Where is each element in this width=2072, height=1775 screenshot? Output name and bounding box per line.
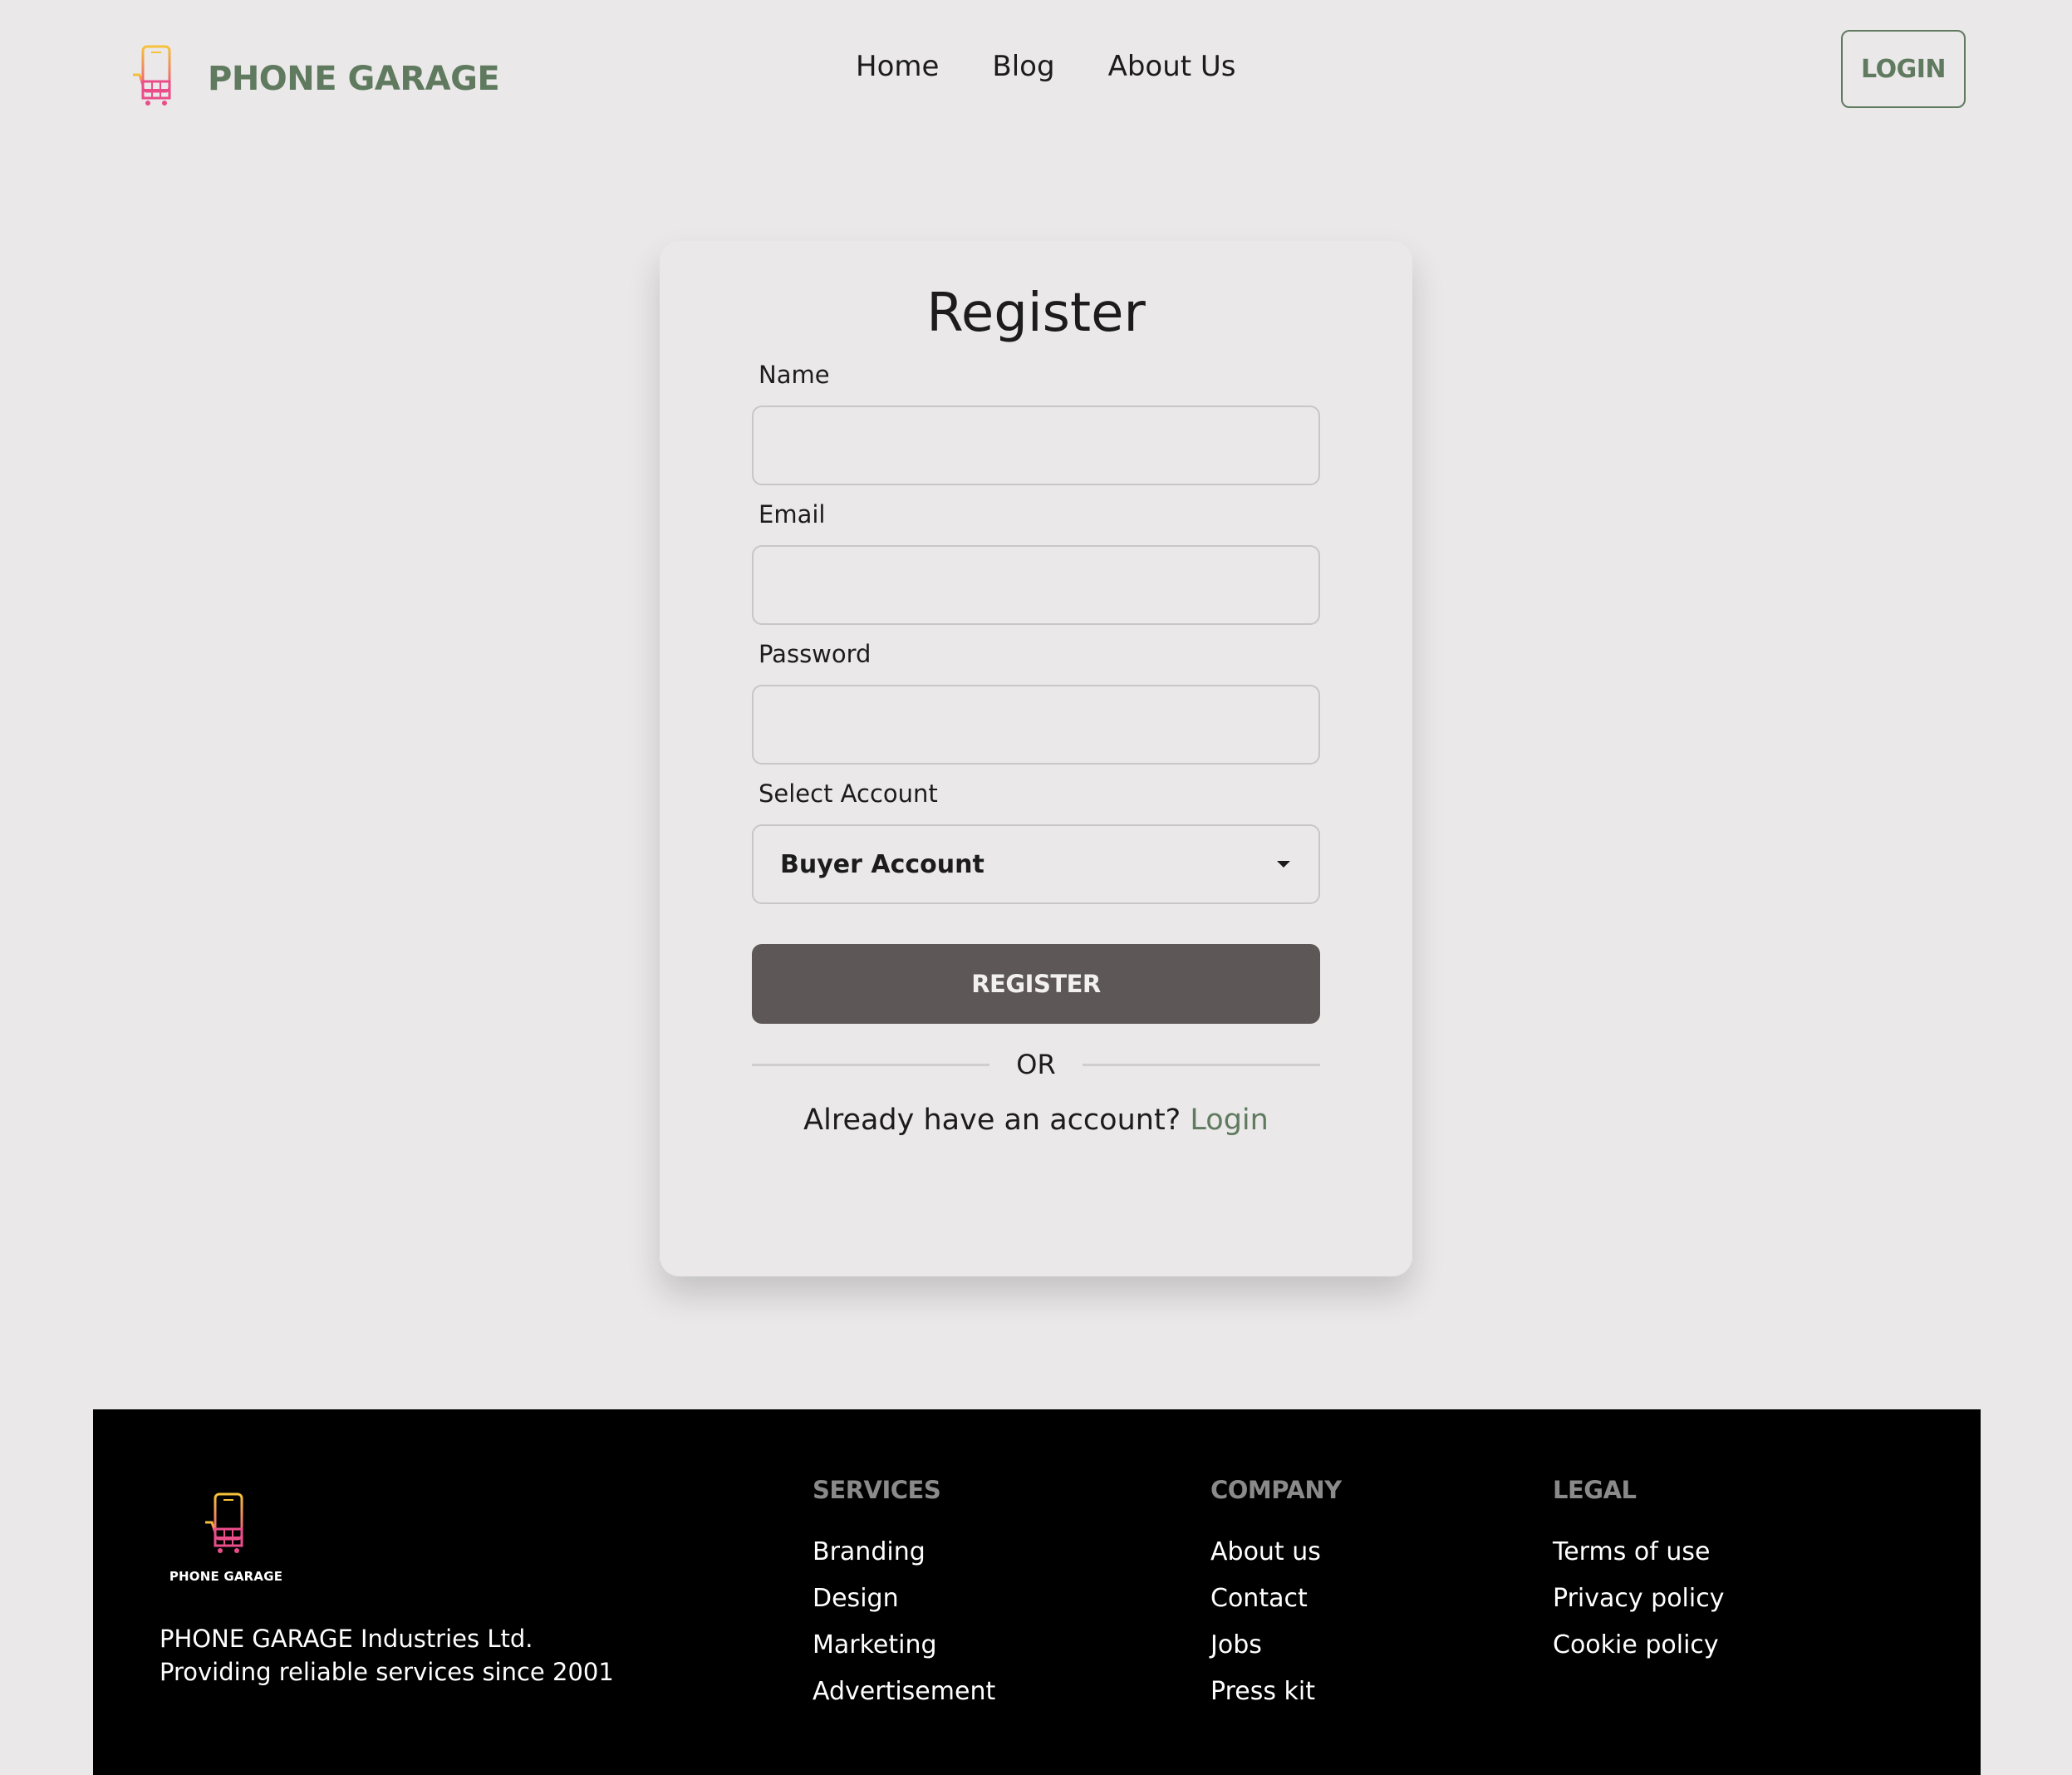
email-label: Email (759, 500, 826, 529)
footer-link-jobs[interactable]: Jobs (1210, 1622, 1342, 1669)
login-link[interactable]: Login (1190, 1104, 1268, 1137)
email-input[interactable] (752, 545, 1320, 625)
navbar: PHONE GARAGE Home Blog About Us LOGIN (0, 0, 2072, 141)
password-label: Password (759, 640, 872, 668)
footer-legal: LEGAL Terms of use Privacy policy Cookie… (1553, 1476, 1724, 1669)
footer-link-design[interactable]: Design (813, 1576, 995, 1622)
phone-cart-icon (205, 1492, 243, 1553)
footer-link-privacy[interactable]: Privacy policy (1553, 1576, 1724, 1622)
footer-logo[interactable]: PHONE GARAGE (160, 1489, 292, 1584)
nav-blog[interactable]: Blog (992, 50, 1054, 83)
company-name: PHONE GARAGE Industries Ltd. (160, 1625, 533, 1653)
divider-line-right (1082, 1063, 1321, 1066)
register-card: Register Name Email Password Select Acco… (660, 241, 1412, 1276)
footer-link-about-us[interactable]: About us (1210, 1529, 1342, 1576)
footer-link-terms[interactable]: Terms of use (1553, 1529, 1724, 1576)
brand[interactable]: PHONE GARAGE (125, 42, 500, 116)
name-label: Name (759, 361, 830, 389)
nav-home[interactable]: Home (856, 50, 939, 83)
footer-logo-caption: PHONE GARAGE (169, 1569, 283, 1584)
footer-link-press-kit[interactable]: Press kit (1210, 1669, 1342, 1715)
brand-name: PHONE GARAGE (208, 60, 500, 98)
login-button[interactable]: LOGIN (1841, 30, 1966, 108)
footer-legal-title: LEGAL (1553, 1476, 1637, 1504)
page-title: Register (926, 283, 1146, 344)
main-nav: Home Blog About Us (856, 50, 1236, 83)
account-type-value: Buyer Account (780, 849, 984, 879)
footer-services-title: SERVICES (813, 1476, 941, 1504)
footer-link-cookie[interactable]: Cookie policy (1553, 1622, 1724, 1669)
footer-link-advertisement[interactable]: Advertisement (813, 1669, 995, 1715)
name-input[interactable] (752, 406, 1320, 485)
password-input[interactable] (752, 685, 1320, 765)
account-type-label: Select Account (759, 779, 938, 808)
footer-about: PHONE GARAGE Industries Ltd. Providing r… (160, 1622, 614, 1689)
footer-link-marketing[interactable]: Marketing (813, 1622, 995, 1669)
footer-company-title: COMPANY (1210, 1476, 1342, 1504)
divider-line-left (752, 1063, 990, 1066)
footer-link-branding[interactable]: Branding (813, 1529, 995, 1576)
nav-about-us[interactable]: About Us (1108, 50, 1236, 83)
account-type-select[interactable]: Buyer Account (752, 824, 1320, 904)
footer-link-contact[interactable]: Contact (1210, 1576, 1342, 1622)
or-text: OR (1016, 1049, 1056, 1080)
login-prompt: Already have an account? Login (660, 1104, 1412, 1137)
login-prompt-text: Already have an account? (803, 1104, 1181, 1137)
caret-down-icon (1277, 861, 1290, 868)
phone-cart-icon (125, 42, 183, 116)
company-tagline: Providing reliable services since 2001 (160, 1658, 614, 1686)
footer-services: SERVICES Branding Design Marketing Adver… (813, 1476, 995, 1715)
register-button[interactable]: REGISTER (752, 944, 1320, 1024)
or-divider: OR (752, 1044, 1321, 1085)
footer: PHONE GARAGE PHONE GARAGE Industries Ltd… (93, 1409, 1981, 1775)
footer-company: COMPANY About us Contact Jobs Press kit (1210, 1476, 1342, 1715)
